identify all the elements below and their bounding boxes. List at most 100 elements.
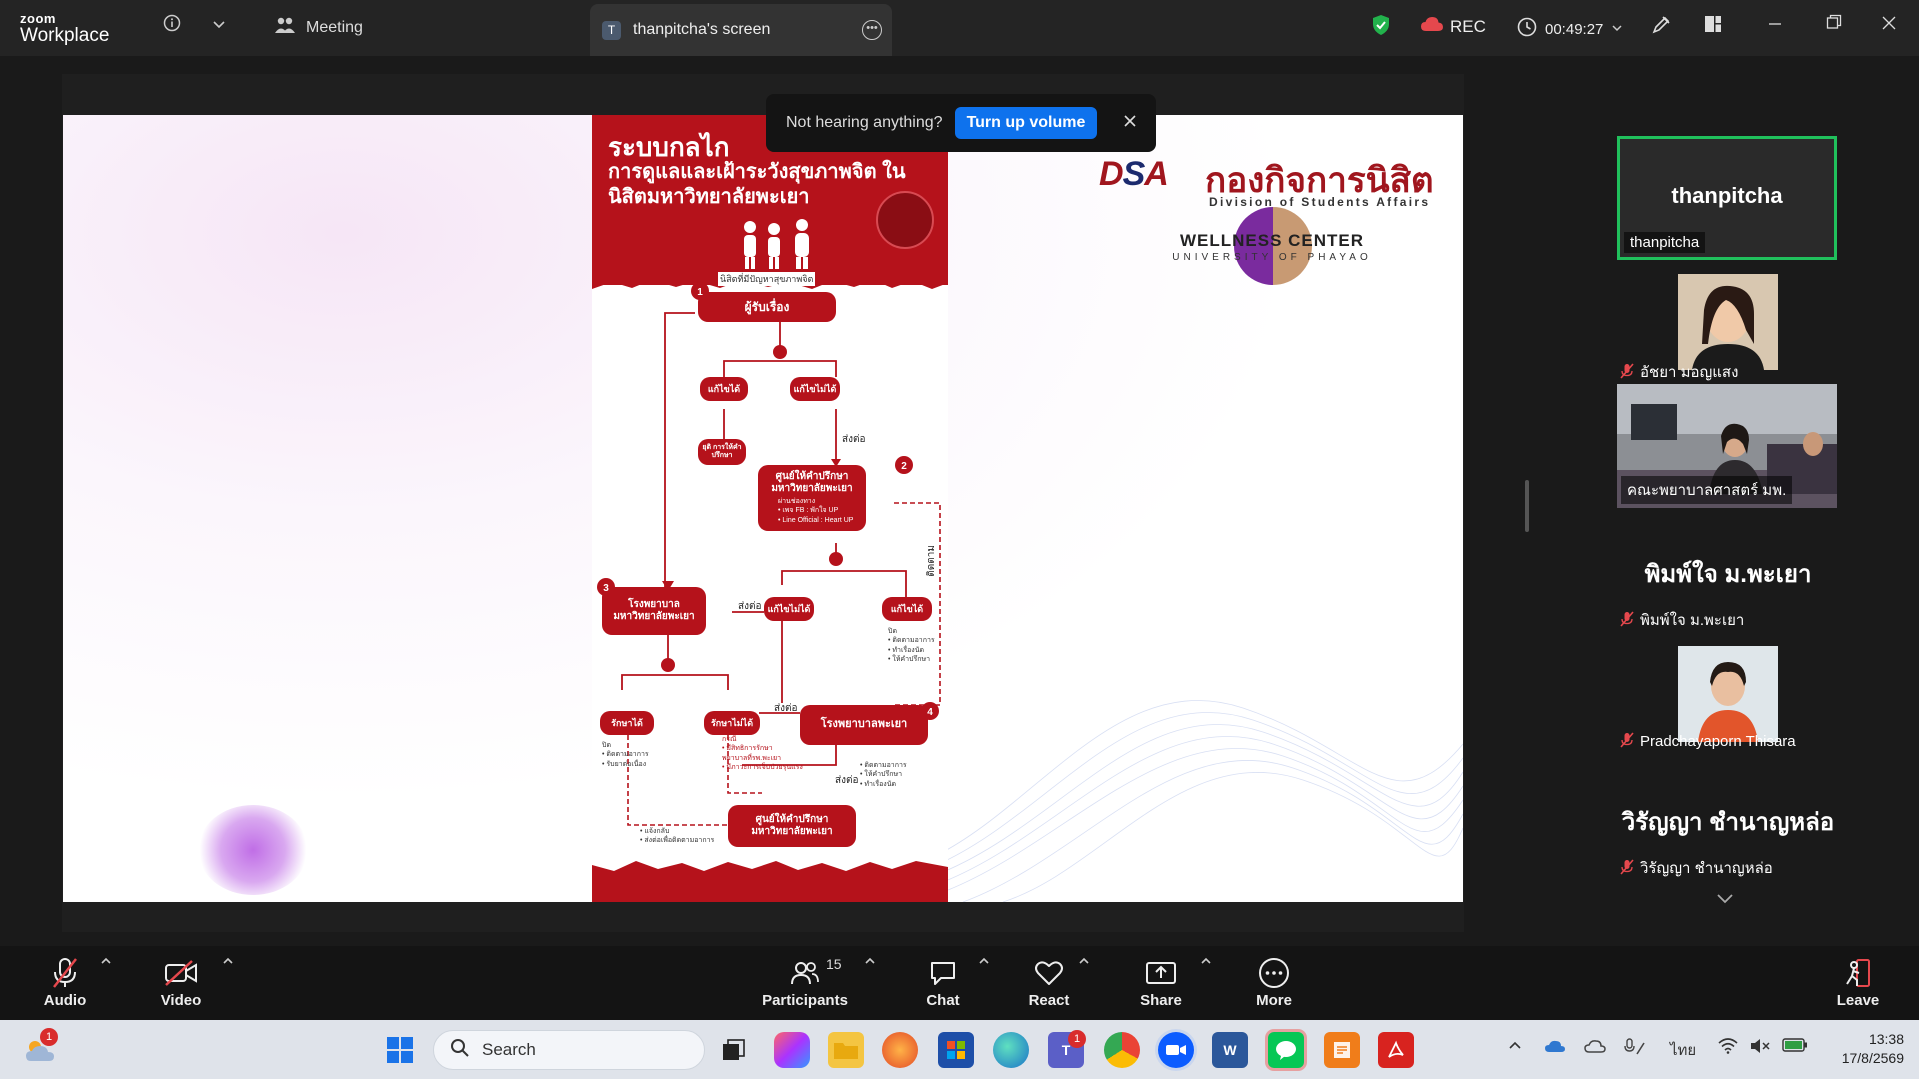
video-label: Video (160, 992, 202, 1009)
react-options-caret-icon[interactable] (1078, 956, 1090, 966)
chrome-icon[interactable] (1104, 1032, 1140, 1068)
wellness-subtitle: UNIVERSITY OF PHAYAO (1172, 252, 1372, 263)
audio-button[interactable]: Audio (20, 956, 110, 1009)
clock-icon (1517, 17, 1537, 41)
close-toast-icon[interactable] (1124, 111, 1136, 132)
search-label: Search (482, 1040, 536, 1059)
meeting-timer[interactable]: 00:49:27 (1517, 17, 1623, 41)
wifi-icon[interactable] (1718, 1038, 1738, 1058)
close-window-icon[interactable] (1882, 14, 1896, 35)
dsa-mark-d: D (1099, 155, 1124, 193)
taskbar-search[interactable]: Search (433, 1030, 705, 1070)
step-number-markers: 1 2 3 4 (597, 282, 939, 720)
shared-screen-tab[interactable]: T thanpitcha's screen ••• (590, 4, 892, 56)
chevron-down-icon (1611, 21, 1623, 38)
cloud-sync-icon[interactable] (1584, 1038, 1606, 1058)
step-number-1: 1 (697, 287, 703, 298)
shared-screen-title: thanpitcha's screen (633, 21, 771, 38)
step-number-2: 2 (901, 461, 907, 472)
participant-video-1[interactable] (1678, 274, 1778, 370)
meeting-menu[interactable]: Meeting (274, 16, 363, 39)
participants-options-caret-icon[interactable] (864, 956, 876, 966)
pen-mic-tray-icon[interactable] (1624, 1038, 1646, 1060)
volume-muted-icon[interactable] (1750, 1038, 1770, 1058)
participant-display-name: thanpitcha (1671, 183, 1783, 208)
wave-decoration (943, 700, 1463, 902)
minimize-icon[interactable] (1768, 14, 1782, 35)
acrobat-icon[interactable] (1378, 1032, 1414, 1068)
zoom-icon[interactable] (1158, 1032, 1194, 1068)
participant-avatar (1678, 646, 1778, 742)
video-button[interactable]: Video (136, 956, 226, 1009)
chat-bubble-icon (929, 956, 957, 990)
info-icon[interactable] (163, 14, 181, 37)
scroll-down-icon[interactable] (1716, 888, 1734, 909)
turn-up-volume-button[interactable]: Turn up volume (954, 107, 1098, 139)
teams-badge: 1 (1068, 1030, 1086, 1048)
video-options-caret-icon[interactable] (222, 956, 234, 966)
microsoft-store-icon[interactable] (938, 1032, 974, 1068)
sharer-initial-badge: T (602, 20, 621, 40)
meeting-toolbar: Audio Video Participants 15 Chat React S… (0, 946, 1919, 1020)
cloud-record-icon (1420, 16, 1444, 37)
battery-icon[interactable] (1782, 1038, 1808, 1056)
audio-options-caret-icon[interactable] (100, 956, 112, 966)
input-language[interactable]: ไทย (1670, 1038, 1696, 1062)
step-number-4: 4 (927, 707, 933, 718)
participant-name: thanpitcha (1630, 234, 1700, 251)
zoom-logo: zoom Workplace (20, 12, 109, 45)
react-label: React (1028, 992, 1070, 1009)
participant-name-row-3: พิมพ์ใจ ม.พะเยา (1620, 608, 1744, 632)
heart-icon (1034, 956, 1064, 990)
participant-tile-thanpitcha[interactable]: thanpitcha thanpitcha (1617, 136, 1837, 260)
share-options-caret-icon[interactable] (1200, 956, 1212, 966)
view-layout-icon[interactable] (1703, 14, 1723, 39)
taskbar-clock[interactable]: 13:38 17/8/2569 (1826, 1030, 1904, 1068)
participant-display-name-5[interactable]: วิรัญญา ชำนาญหล่อ (1600, 802, 1856, 841)
line-icon[interactable] (1268, 1032, 1304, 1068)
chat-options-caret-icon[interactable] (978, 956, 990, 966)
panel-resize-handle[interactable] (1525, 480, 1529, 532)
restore-icon[interactable] (1826, 14, 1842, 35)
dsa-mark-s: S (1122, 155, 1146, 193)
more-button[interactable]: More (1229, 956, 1319, 1009)
participant-name: คณะพยาบาลศาสตร์ มพ. (1627, 482, 1787, 499)
title-bar: zoom Workplace Meeting T thanpitcha's sc… (0, 0, 1919, 56)
file-explorer-icon[interactable] (828, 1032, 864, 1068)
audio-label: Audio (43, 992, 87, 1009)
copilot-icon[interactable] (774, 1032, 810, 1068)
tray-overflow-chevron-icon[interactable] (1508, 1038, 1522, 1055)
firefox-icon[interactable] (882, 1032, 918, 1068)
weather-badge: 1 (40, 1028, 58, 1046)
task-view-icon[interactable] (716, 1032, 752, 1068)
share-button[interactable]: Share (1116, 956, 1206, 1009)
clock-time: 13:38 (1868, 1031, 1904, 1047)
participant-video-2[interactable]: คณะพยาบาลศาสตร์ มพ. (1617, 384, 1837, 508)
word-icon[interactable]: W (1212, 1032, 1248, 1068)
edge-icon[interactable] (993, 1032, 1029, 1068)
chat-button[interactable]: Chat (898, 956, 988, 1009)
share-label: Share (1140, 992, 1182, 1009)
meeting-label: Meeting (306, 18, 363, 36)
windows-start-icon[interactable] (382, 1032, 418, 1068)
more-options-icon[interactable]: ••• (862, 20, 882, 40)
leave-button[interactable]: Leave (1813, 956, 1903, 1009)
windows-taskbar: 1 Search T 1 W ไทย 13:38 17/8/2569 (0, 1020, 1919, 1079)
reader-app-icon[interactable] (1324, 1032, 1360, 1068)
recording-indicator[interactable]: REC (1420, 16, 1486, 37)
participant-display-name-3[interactable]: พิมพ์ใจ ม.พะเยา (1600, 554, 1856, 593)
participant-video-4[interactable] (1678, 646, 1778, 742)
chevron-down-icon[interactable] (212, 16, 226, 36)
elapsed-time: 00:49:27 (1545, 20, 1604, 38)
annotate-pen-icon[interactable] (1650, 14, 1672, 41)
participants-icon (790, 956, 820, 990)
share-screen-icon (1145, 956, 1177, 990)
toast-message: Not hearing anything? (786, 114, 943, 131)
mic-muted-icon (1620, 362, 1634, 382)
participant-name: วิรัญญา ชำนาญหล่อ (1640, 860, 1773, 877)
logo-small-text: zoom (20, 11, 56, 26)
onedrive-icon[interactable] (1544, 1038, 1566, 1058)
security-shield-icon[interactable] (1371, 14, 1391, 41)
purple-blob-decoration (198, 805, 308, 895)
meeting-people-icon (274, 16, 296, 39)
